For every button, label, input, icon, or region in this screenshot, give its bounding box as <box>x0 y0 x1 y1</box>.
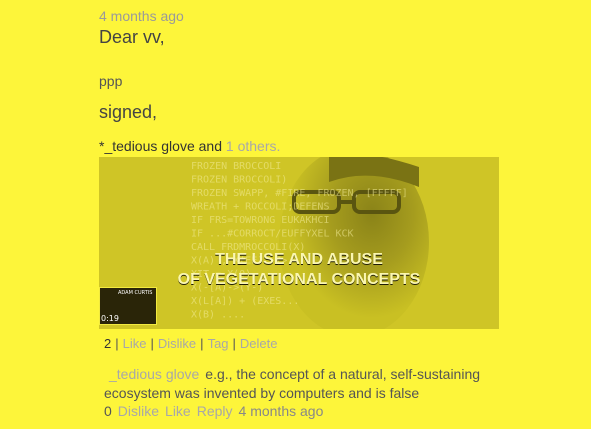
video-embed[interactable]: FROZEN BROCCOLI FROZEN BROCCOLI) FROZEN SW… <box>99 157 499 329</box>
post-timestamp: 4 months ago <box>99 8 184 24</box>
post-greeting: Dear vv, <box>99 27 165 47</box>
separator: | <box>232 336 236 351</box>
code-line: FROZEN BROCCOLI <box>191 161 281 172</box>
comment-dislike-button[interactable]: Dislike <box>118 403 159 419</box>
comment-like-button[interactable]: Like <box>165 403 191 419</box>
separator: | <box>150 336 154 351</box>
likers-line: *_tedious glove and 1 others. <box>99 138 280 154</box>
code-line: IF ...#CORROCT/EUFFYXEL KCK <box>191 229 354 240</box>
video-duration: 0:19 <box>101 314 119 323</box>
post-body: ppp <box>99 73 123 89</box>
comment-timestamp: 4 months ago <box>238 403 324 419</box>
code-line: FROZEN SWAPP, #FIRE, FROZEN, [FFFFF] <box>191 188 408 199</box>
dislike-button[interactable]: Dislike <box>158 336 196 351</box>
delete-button[interactable]: Delete <box>240 336 278 351</box>
like-count: 2 <box>104 336 112 351</box>
comment-reply-button[interactable]: Reply <box>197 403 233 419</box>
separator: | <box>200 336 204 351</box>
comment-author[interactable]: _tedious glove <box>109 366 199 382</box>
comment: _tedious glove e.g., the concept of a nat… <box>104 365 504 403</box>
thumb-label: ADAM CURTIS <box>118 290 153 296</box>
comment-like-count: 0 <box>104 403 112 419</box>
code-line: WREATH + ROCCOLI;DEFENS <box>191 202 329 213</box>
video-thumbnail[interactable]: ADAM CURTIS 0:19 <box>99 287 157 325</box>
like-button[interactable]: Like <box>123 336 147 351</box>
video-frame: FROZEN BROCCOLI FROZEN BROCCOLI) FROZEN SW… <box>99 157 499 329</box>
comment-actions: 0 Dislike Like Reply 4 months ago <box>104 403 323 419</box>
post-actions: 2 | Like | Dislike | Tag | Delete <box>104 336 278 351</box>
code-line: FROZEN BROCCOLI) <box>191 175 287 186</box>
page: { "post": { "timestamp": "4 months ago",… <box>0 0 591 429</box>
post-signoff: signed, <box>99 102 158 122</box>
video-title-line2-highlight: OF VEGETATIONAL CONCEPTS <box>178 271 421 288</box>
video-title-line1-highlight: THE USE AND ABUSE <box>215 251 383 268</box>
code-line: X(B) .... <box>191 310 245 321</box>
code-line: IF FRS=TOWRONG EUKAKHCI <box>191 215 329 226</box>
separator: | <box>115 336 119 351</box>
likers-text: *_tedious glove and <box>99 138 222 154</box>
others-link[interactable]: 1 others. <box>226 138 280 154</box>
code-line: X(L[A]) + (EXES... <box>191 296 299 307</box>
tag-button[interactable]: Tag <box>208 336 229 351</box>
